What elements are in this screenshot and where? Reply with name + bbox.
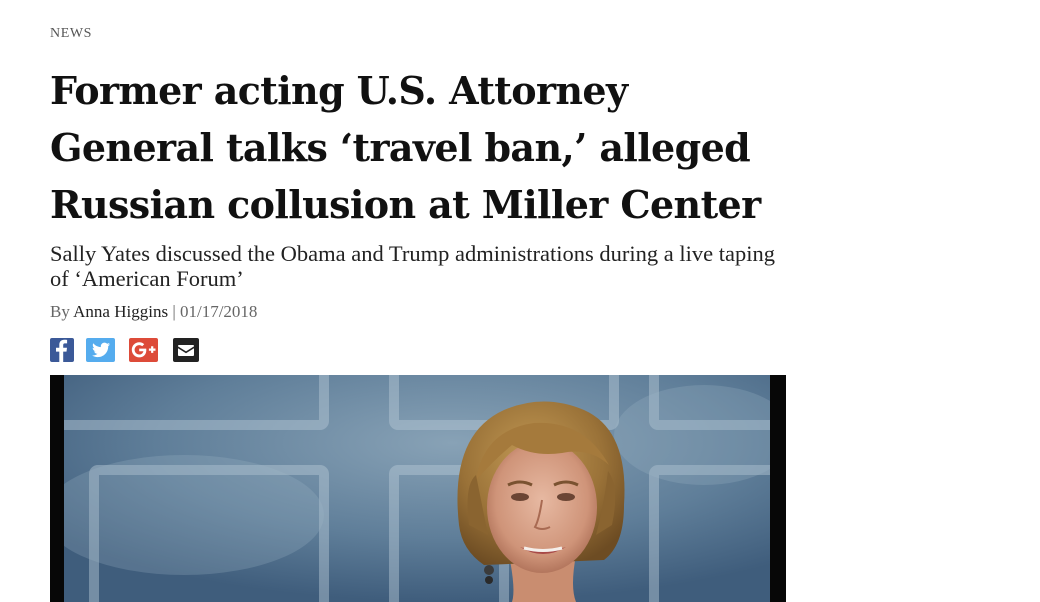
hero-photo[interactable] bbox=[64, 375, 770, 602]
twitter-icon bbox=[92, 342, 110, 358]
share-facebook-button[interactable] bbox=[50, 338, 74, 362]
google-plus-icon bbox=[131, 342, 156, 358]
facebook-icon bbox=[56, 339, 68, 362]
hero-image-frame bbox=[50, 375, 786, 602]
envelope-icon bbox=[178, 345, 194, 356]
article-headline: Former acting U.S. Attorney General talk… bbox=[50, 68, 761, 227]
article-subheadline: Sally Yates discussed the Obama and Trum… bbox=[50, 241, 775, 291]
share-email-button[interactable] bbox=[173, 338, 199, 362]
page: NEWS Former acting U.S. Attorney General… bbox=[0, 0, 1040, 602]
section-link-news[interactable]: NEWS bbox=[50, 26, 92, 42]
speaker-photo-icon bbox=[64, 375, 770, 602]
byline: By Anna Higgins | 01/17/2018 bbox=[50, 302, 257, 322]
byline-separator: | bbox=[172, 302, 176, 321]
share-google-plus-button[interactable] bbox=[129, 338, 158, 362]
share-twitter-button[interactable] bbox=[86, 338, 115, 362]
author-link[interactable]: Anna Higgins bbox=[73, 302, 168, 321]
byline-prefix: By bbox=[50, 302, 70, 321]
publish-date: 01/17/2018 bbox=[179, 302, 258, 321]
